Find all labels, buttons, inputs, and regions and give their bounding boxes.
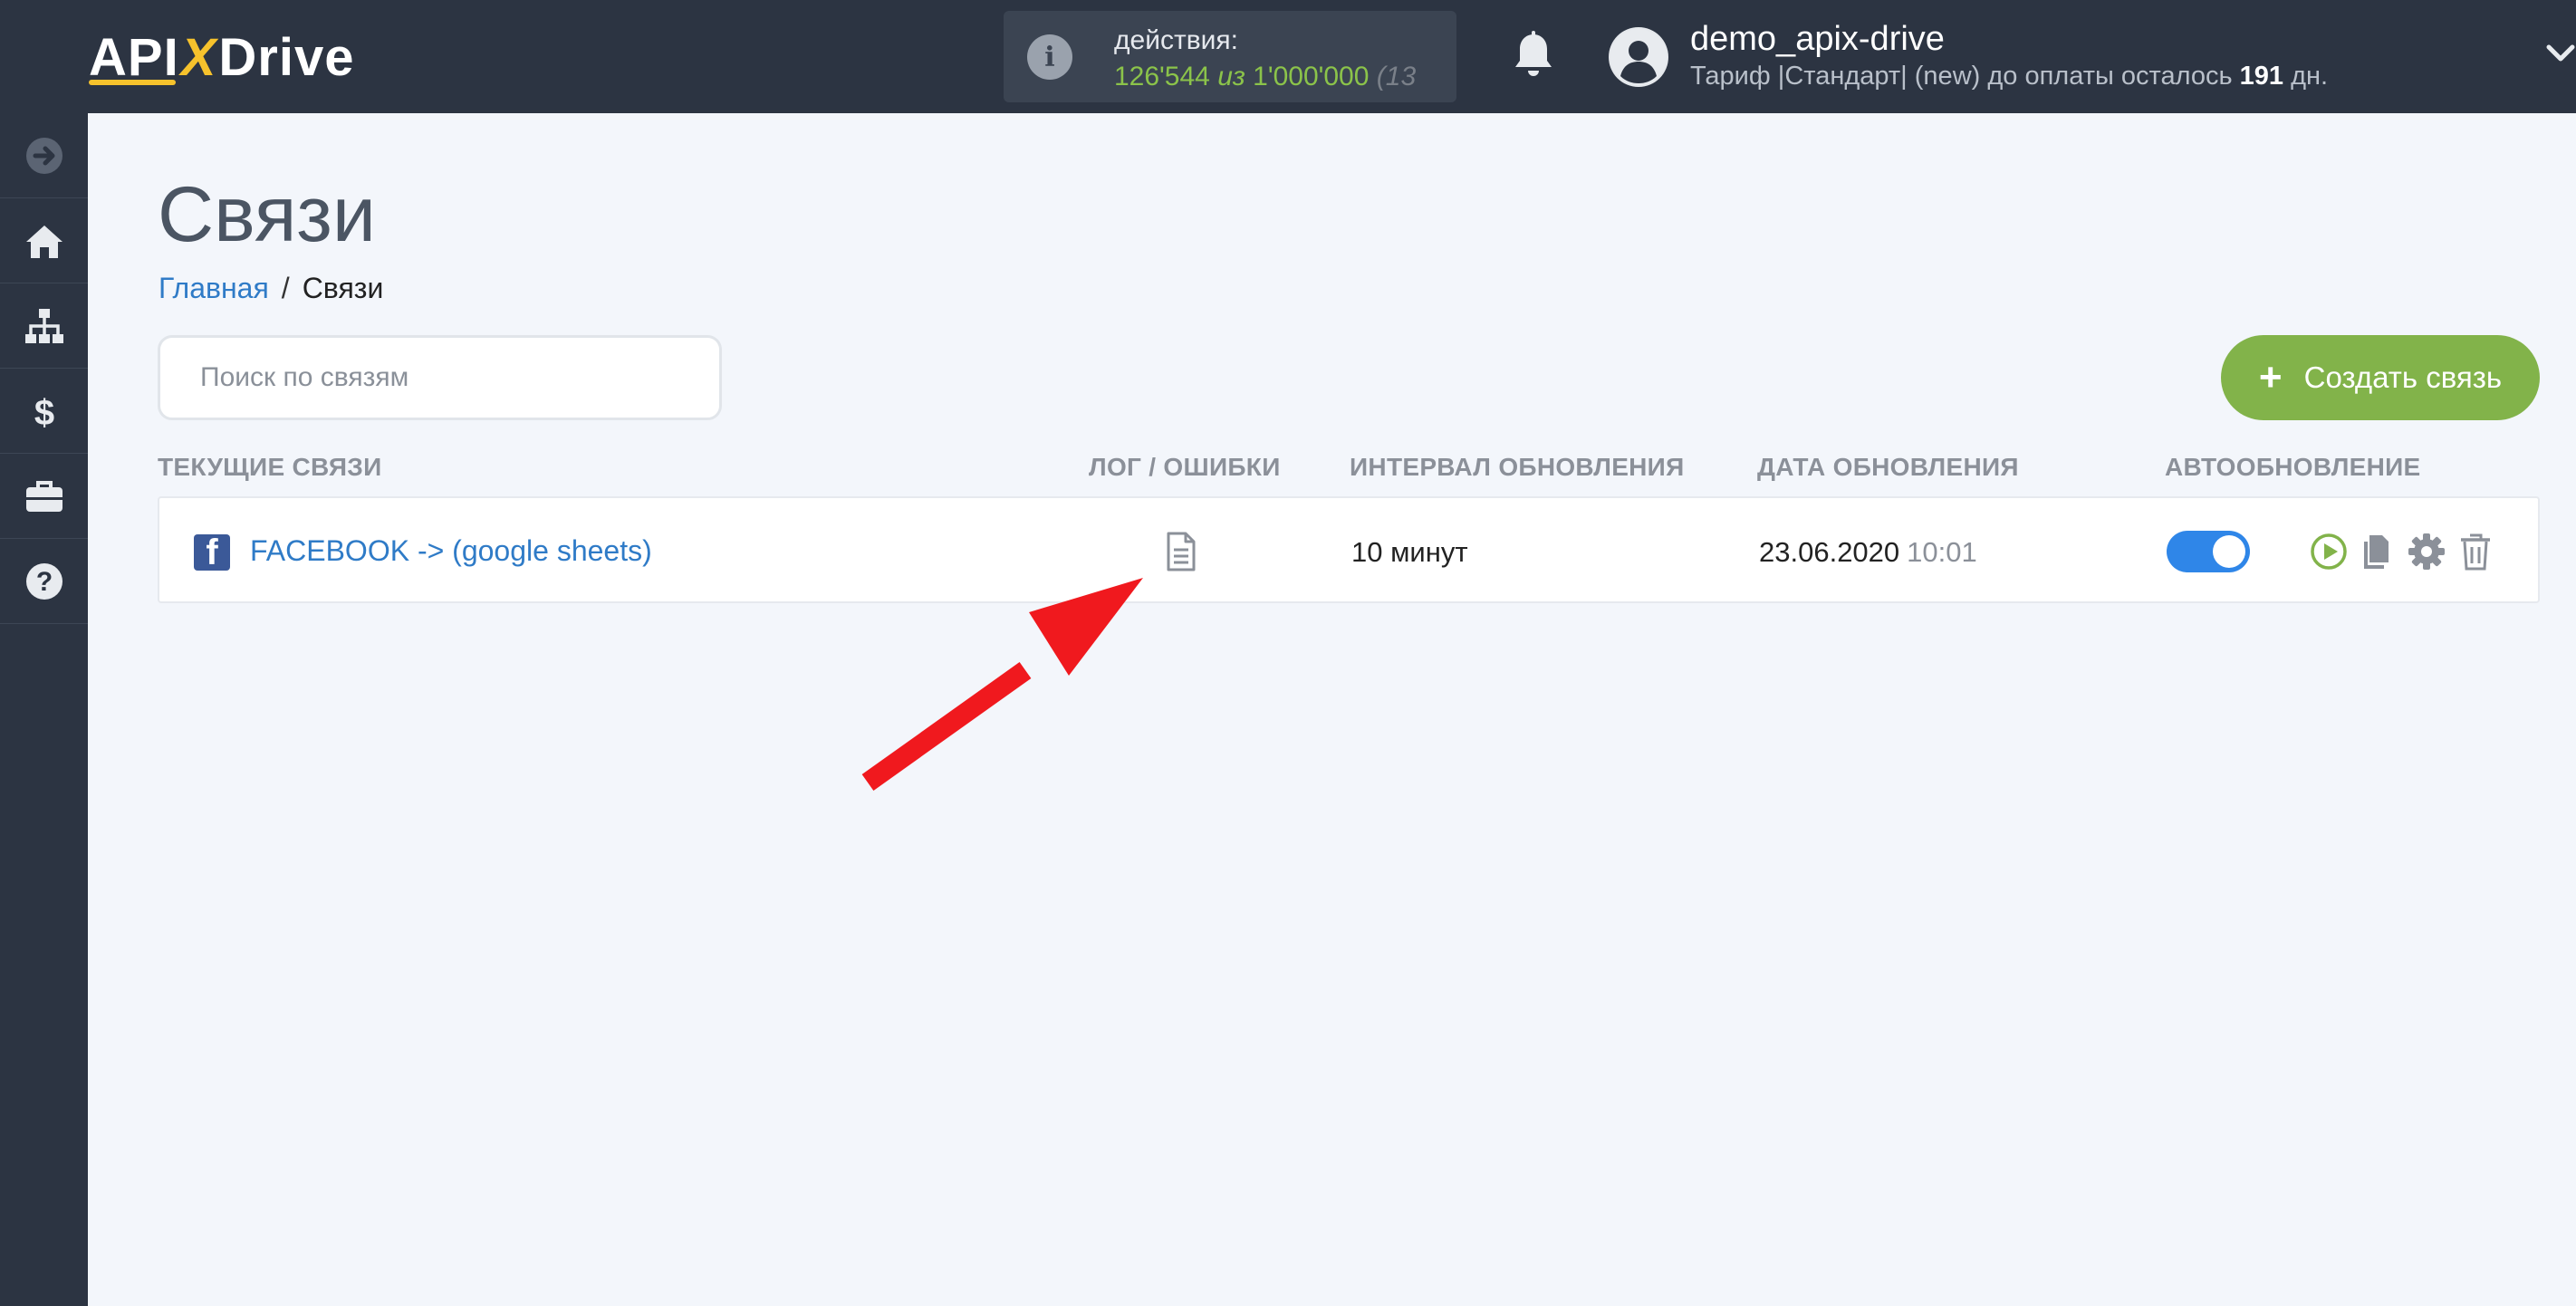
actions-label: действия: [1114, 25, 1238, 55]
sidebar: $ ? [0, 113, 88, 1306]
column-header-log: ЛОГ / ОШИБКИ [1089, 453, 1281, 481]
toggle-knob [2213, 535, 2245, 568]
dollar-icon: $ [34, 393, 53, 432]
username[interactable]: demo_apix-drive [1690, 20, 1945, 59]
autoupdate-toggle[interactable] [2167, 531, 2250, 572]
actions-value: 126'544 из 1'000'000 (13 [1114, 62, 1416, 92]
actions-of: из [1217, 62, 1245, 91]
user-icon [1610, 29, 1667, 85]
update-date-time: 10:01 [1907, 536, 1977, 568]
sidebar-item-help[interactable]: ? [0, 539, 88, 624]
play-icon[interactable] [2310, 533, 2348, 571]
tariff-suffix: дн. [2291, 62, 2329, 91]
arrow-right-circle-icon [25, 137, 62, 174]
home-icon [25, 225, 62, 258]
sidebar-item-connections[interactable] [0, 283, 88, 369]
sidebar-item-home[interactable] [0, 198, 88, 283]
actions-counter[interactable]: i действия: 126'544 из 1'000'000 (13 [1004, 11, 1456, 102]
briefcase-icon [25, 480, 62, 512]
search-input[interactable] [158, 335, 722, 420]
column-header-date: ДАТА ОБНОВЛЕНИЯ [1757, 453, 2019, 481]
actions-total: 1'000'000 [1253, 62, 1370, 91]
trash-icon[interactable] [2456, 533, 2494, 571]
table-row: f FACEBOOK -> (google sheets) 10 минут 2… [158, 496, 2540, 603]
avatar[interactable] [1609, 27, 1668, 87]
plus-icon: + [2258, 355, 2283, 399]
breadcrumb-current: Связи [302, 272, 384, 304]
update-date-day: 23.06.2020 [1759, 536, 1900, 568]
log-document-icon[interactable] [1163, 531, 1199, 572]
sidebar-item-tools[interactable] [0, 454, 88, 539]
column-header-autoupdate: АВТООБНОВЛЕНИЕ [2165, 453, 2421, 481]
bell-icon[interactable] [1511, 31, 1556, 82]
facebook-icon: f [194, 534, 230, 571]
column-header-interval: ИНТЕРВАЛ ОБНОВЛЕНИЯ [1350, 453, 1685, 481]
update-date: 23.06.2020 10:01 [1759, 536, 1977, 569]
chevron-down-icon[interactable] [2545, 40, 2576, 67]
sidebar-item-billing[interactable]: $ [0, 369, 88, 454]
sitemap-icon [24, 308, 63, 343]
tariff-days: 191 [2239, 62, 2284, 91]
annotation-arrow-icon [861, 578, 1143, 791]
logo-part-drive: Drive [218, 27, 355, 87]
actions-paren: (13 [1376, 62, 1417, 91]
logo-underline [89, 80, 176, 85]
column-header-connections: ТЕКУЩИЕ СВЯЗИ [158, 453, 382, 481]
info-icon: i [1027, 34, 1072, 80]
connection-name-link[interactable]: FACEBOOK -> (google sheets) [250, 534, 652, 568]
breadcrumb-home[interactable]: Главная [159, 272, 269, 304]
create-connection-label: Создать связь [2303, 360, 2503, 394]
svg-text:?: ? [35, 567, 52, 597]
breadcrumb-separator: / [281, 272, 290, 304]
svg-text:$: $ [34, 393, 53, 432]
logo-part-x: X [180, 27, 217, 87]
tariff-prefix: Тариф |Стандарт| (new) до оплаты осталос… [1690, 62, 2233, 91]
page-title: Связи [158, 171, 376, 258]
top-bar: API X Drive i действия: 126'544 из 1'000'0… [0, 0, 2576, 113]
update-interval: 10 минут [1351, 536, 1468, 568]
logo-part-api: API [89, 27, 179, 87]
tariff-info: Тариф |Стандарт| (new) до оплаты осталос… [1690, 62, 2328, 91]
gear-icon[interactable] [2408, 533, 2446, 571]
breadcrumb: Главная / Связи [159, 272, 383, 305]
copy-icon[interactable] [2359, 533, 2397, 571]
actions-used: 126'544 [1114, 62, 1210, 91]
help-icon: ? [25, 562, 62, 600]
sidebar-item-collapse[interactable] [0, 113, 88, 198]
create-connection-button[interactable]: + Создать связь [2221, 335, 2540, 420]
